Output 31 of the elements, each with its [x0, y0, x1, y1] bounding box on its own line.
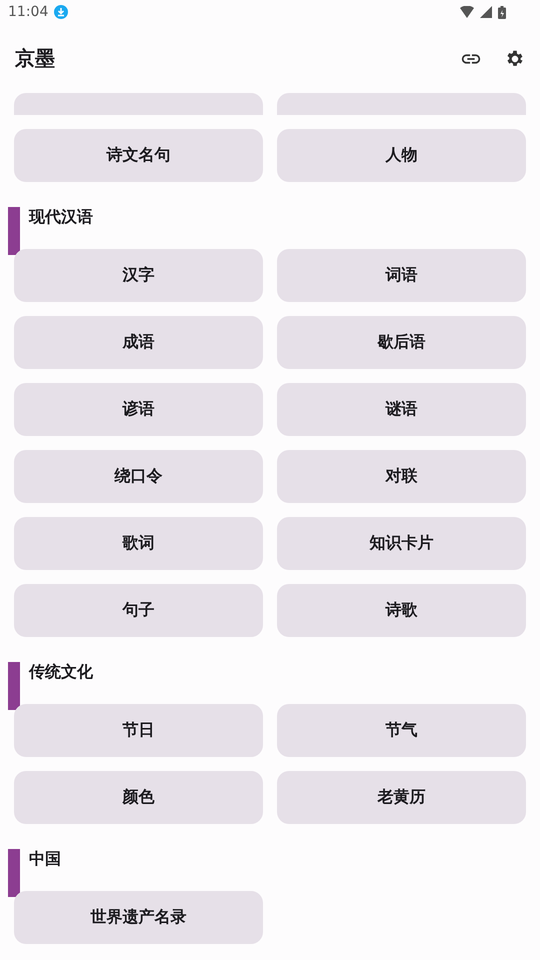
section-title: 传统文化 [29, 662, 93, 683]
category-button[interactable]: 世界遗产名录 [14, 891, 263, 944]
category-button[interactable]: 节气 [277, 704, 526, 757]
app-title: 京墨 [15, 45, 56, 72]
category-button[interactable]: 成语 [14, 316, 263, 369]
category-button[interactable]: 知识卡片 [277, 517, 526, 570]
status-time: 11:04 [8, 4, 48, 20]
category-button[interactable]: 歌词 [14, 517, 263, 570]
category-button[interactable]: 汉字 [14, 249, 263, 302]
section-title: 中国 [29, 849, 61, 870]
category-button[interactable]: 人物 [277, 129, 526, 182]
section-title: 现代汉语 [29, 207, 93, 228]
section-marker [8, 662, 20, 710]
section-marker [8, 207, 20, 255]
wifi-icon [460, 6, 474, 18]
category-button[interactable]: 绕口令 [14, 450, 263, 503]
category-button[interactable]: 谚语 [14, 383, 263, 436]
category-button[interactable]: 老黄历 [277, 771, 526, 824]
signal-icon [480, 6, 492, 18]
category-button[interactable]: 对联 [277, 450, 526, 503]
category-button[interactable]: 颜色 [14, 771, 263, 824]
category-button[interactable]: 句子 [14, 584, 263, 637]
category-button[interactable]: 谜语 [277, 383, 526, 436]
category-button[interactable]: 诗歌 [277, 584, 526, 637]
battery-icon [498, 6, 506, 18]
category-button[interactable]: 词语 [277, 249, 526, 302]
download-icon [54, 5, 68, 19]
category-button[interactable]: 歇后语 [277, 316, 526, 369]
category-button[interactable]: 节日 [14, 704, 263, 757]
section-marker [8, 849, 20, 897]
category-button[interactable]: 诗文名句 [14, 129, 263, 182]
